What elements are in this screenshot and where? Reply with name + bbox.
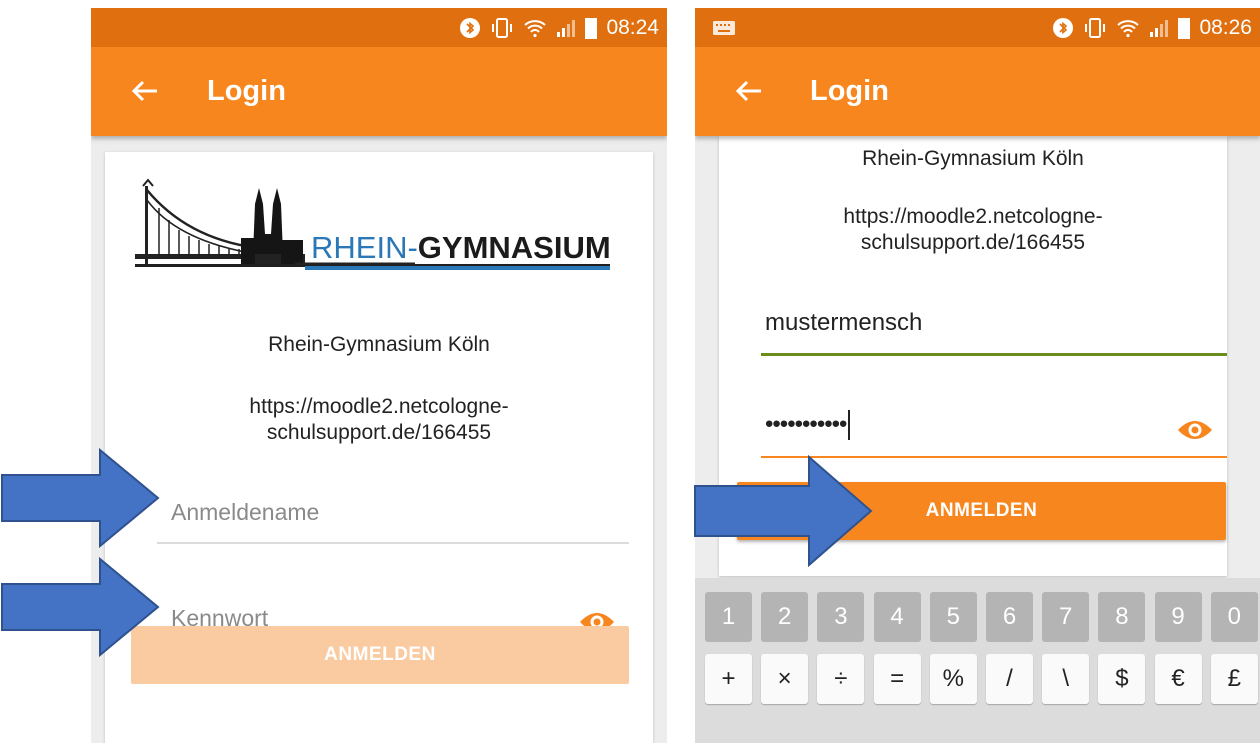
school-logo: RHEIN-GYMNASIUM bbox=[135, 178, 615, 278]
key-7[interactable]: 7 bbox=[1042, 592, 1090, 642]
show-password-eye-icon[interactable] bbox=[1177, 418, 1213, 442]
key-equals[interactable]: = bbox=[873, 654, 921, 704]
site-url-line1: https://moodle2.netcologne- bbox=[249, 395, 509, 418]
key-6[interactable]: 6 bbox=[986, 592, 1033, 642]
status-time: 08:26 bbox=[1199, 15, 1252, 39]
annotation-arrow-username bbox=[1, 448, 160, 548]
key-1[interactable]: 1 bbox=[705, 592, 752, 642]
app-bar: Login bbox=[91, 47, 667, 136]
bluetooth-icon bbox=[1052, 17, 1074, 39]
username-placeholder: Anmeldename bbox=[171, 499, 320, 525]
key-4[interactable]: 4 bbox=[873, 592, 921, 642]
page-title: Login bbox=[810, 75, 889, 107]
keyboard-icon bbox=[713, 20, 735, 35]
password-field[interactable]: ••••••••••• bbox=[761, 378, 1227, 458]
key-plus[interactable]: + bbox=[705, 654, 752, 704]
phone-screen-before: 08:24 Login RHEIN-GYMNASIUM Rhein-Gymnas… bbox=[91, 8, 667, 743]
login-card: RHEIN-GYMNASIUM Rhein-Gymnasium Köln htt… bbox=[105, 152, 653, 743]
key-divide[interactable]: ÷ bbox=[817, 654, 865, 704]
key-times[interactable]: × bbox=[761, 654, 809, 704]
signal-icon bbox=[1149, 18, 1169, 38]
key-3[interactable]: 3 bbox=[817, 592, 865, 642]
numeric-keyboard: 1234567890 + × ÷ =% / \ $ € £ bbox=[695, 578, 1260, 743]
bluetooth-icon bbox=[459, 17, 481, 39]
login-button-disabled[interactable]: ANMELDEN bbox=[131, 626, 629, 684]
battery-icon bbox=[1178, 17, 1191, 39]
logo-text: RHEIN-GYMNASIUM bbox=[311, 230, 611, 265]
key-9[interactable]: 9 bbox=[1154, 592, 1202, 642]
key-dollar[interactable]: $ bbox=[1098, 654, 1146, 704]
key-euro[interactable]: € bbox=[1154, 654, 1202, 704]
signal-icon bbox=[556, 18, 576, 38]
site-url-line2: schulsupport.de/166455 bbox=[860, 231, 1086, 254]
key-0[interactable]: 0 bbox=[1210, 592, 1258, 642]
battery-icon bbox=[585, 17, 598, 39]
annotation-arrow-login-button bbox=[694, 455, 873, 567]
site-url-line1: https://moodle2.netcologne- bbox=[843, 205, 1103, 228]
wifi-icon bbox=[1116, 18, 1140, 38]
site-url-line2: schulsupport.de/166455 bbox=[266, 421, 492, 444]
app-bar: Login bbox=[695, 47, 1260, 136]
page-title: Login bbox=[207, 75, 286, 107]
school-name: Rhein-Gymnasium Köln bbox=[268, 333, 490, 356]
back-arrow-icon[interactable] bbox=[127, 73, 163, 109]
annotation-arrow-password bbox=[1, 557, 160, 657]
status-bar: 08:24 bbox=[91, 8, 667, 47]
key-2[interactable]: 2 bbox=[761, 592, 809, 642]
username-field[interactable]: Anmeldename bbox=[157, 470, 629, 544]
status-bar: 08:26 bbox=[695, 8, 1260, 47]
key-backslash[interactable]: \ bbox=[1042, 654, 1090, 704]
key-8[interactable]: 8 bbox=[1098, 592, 1146, 642]
phone-screen-after: 08:26 Login Rhein-Gymnasium Köln https:/… bbox=[695, 8, 1260, 743]
back-arrow-icon[interactable] bbox=[731, 73, 767, 109]
text-cursor bbox=[848, 410, 851, 440]
status-time: 08:24 bbox=[606, 15, 659, 39]
key-pound[interactable]: £ bbox=[1210, 654, 1258, 704]
key-slash[interactable]: / bbox=[986, 654, 1033, 704]
school-name: Rhein-Gymnasium Köln bbox=[862, 147, 1084, 170]
key-5[interactable]: 5 bbox=[929, 592, 977, 642]
vibrate-icon bbox=[1083, 17, 1107, 39]
vibrate-icon bbox=[490, 17, 514, 39]
username-field[interactable]: mustermensch bbox=[761, 276, 1227, 356]
wifi-icon bbox=[523, 18, 547, 38]
password-value: ••••••••••• bbox=[765, 410, 851, 440]
key-percent[interactable]: % bbox=[929, 654, 977, 704]
username-value: mustermensch bbox=[765, 309, 923, 336]
